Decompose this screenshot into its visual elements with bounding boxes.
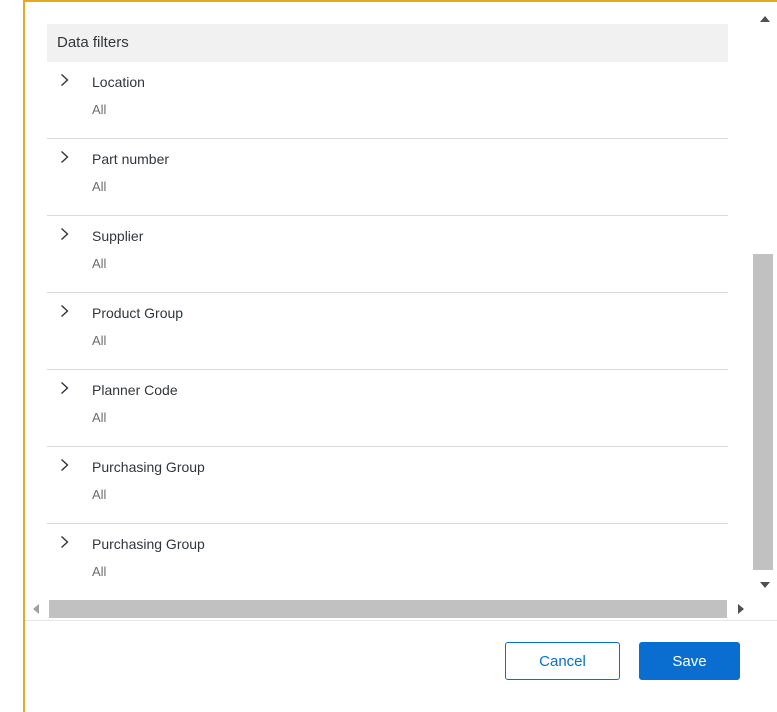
save-button[interactable]: Save (639, 642, 740, 680)
horizontal-scrollbar[interactable] (25, 598, 752, 620)
filter-label: Purchasing Group (92, 536, 205, 552)
filter-label: Purchasing Group (92, 459, 205, 475)
horizontal-scroll-thumb[interactable] (49, 600, 727, 618)
filter-value: All (92, 102, 107, 117)
filter-value: All (92, 487, 107, 502)
chevron-right-icon[interactable] (57, 380, 71, 396)
footer-divider (25, 620, 777, 621)
vertical-scroll-thumb[interactable] (753, 254, 773, 570)
section-header: Data filters (47, 24, 728, 62)
section-title: Data filters (57, 34, 129, 51)
chevron-right-icon[interactable] (57, 226, 71, 242)
filter-value: All (92, 179, 107, 194)
filter-value: All (92, 564, 107, 579)
filter-value: All (92, 410, 107, 425)
filter-dialog: Data filters Location All Part number Al… (23, 0, 777, 712)
filter-label: Supplier (92, 228, 144, 244)
filter-item-product-group[interactable]: Product Group All (47, 293, 728, 370)
vertical-scrollbar[interactable] (752, 2, 777, 598)
filter-label: Part number (92, 151, 170, 167)
triangle-right-icon[interactable] (734, 602, 748, 616)
filter-item-purchasing-group-2[interactable]: Purchasing Group All (47, 524, 728, 598)
chevron-right-icon[interactable] (57, 303, 71, 319)
triangle-left-icon[interactable] (29, 602, 43, 616)
chevron-right-icon[interactable] (57, 72, 71, 88)
chevron-right-icon[interactable] (57, 534, 71, 550)
filter-label: Planner Code (92, 382, 178, 398)
chevron-right-icon[interactable] (57, 149, 71, 165)
cancel-button[interactable]: Cancel (505, 642, 620, 680)
triangle-up-icon[interactable] (752, 12, 777, 26)
filter-item-part-number[interactable]: Part number All (47, 139, 728, 216)
filter-item-location[interactable]: Location All (47, 62, 728, 139)
filter-item-purchasing-group[interactable]: Purchasing Group All (47, 447, 728, 524)
filter-scroll-area: Data filters Location All Part number Al… (25, 2, 752, 598)
triangle-down-icon[interactable] (752, 578, 777, 592)
filter-value: All (92, 256, 107, 271)
filter-value: All (92, 333, 107, 348)
filter-label: Product Group (92, 305, 184, 321)
filter-label: Location (92, 74, 145, 90)
filter-item-supplier[interactable]: Supplier All (47, 216, 728, 293)
chevron-right-icon[interactable] (57, 457, 71, 473)
filter-item-planner-code[interactable]: Planner Code All (47, 370, 728, 447)
